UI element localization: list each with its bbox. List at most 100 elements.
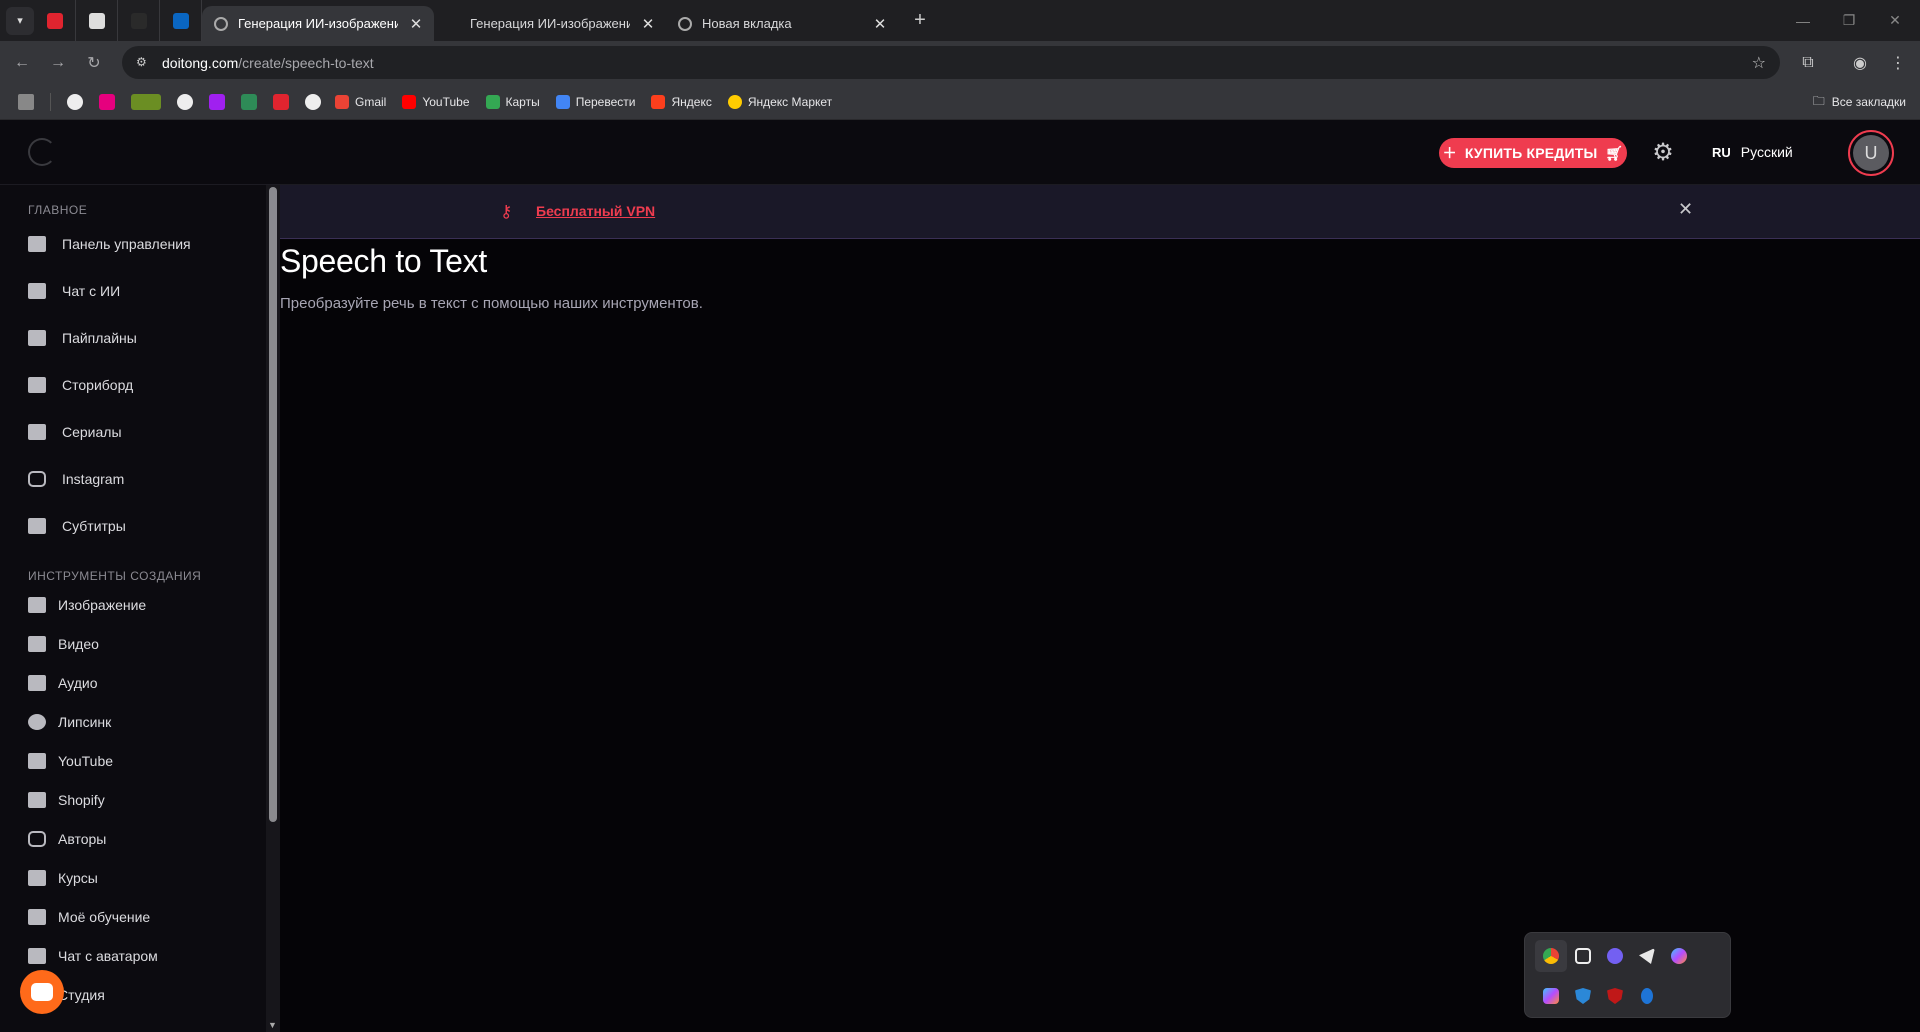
- bookmark-label: Gmail: [355, 94, 387, 109]
- yandex-market-icon: [727, 94, 742, 109]
- bookmark-icon[interactable]: [241, 93, 257, 110]
- bookmark-maps[interactable]: Карты: [485, 94, 540, 109]
- viber-tray-icon[interactable]: [1599, 940, 1631, 972]
- page-title: Speech to Text: [280, 243, 487, 279]
- pinned-tab[interactable]: [34, 0, 76, 41]
- vpn-link[interactable]: Бесплатный VPN: [536, 203, 655, 219]
- url-path: /create/speech-to-text: [238, 54, 374, 71]
- address-bar[interactable]: ⚙ doitong.com/create/speech-to-text ☆: [122, 46, 1780, 79]
- bookmark-label: Перевести: [575, 94, 636, 109]
- back-icon[interactable]: ←: [4, 47, 40, 79]
- bookmark-icon[interactable]: [99, 93, 115, 110]
- profile-icon[interactable]: ◉: [1842, 41, 1878, 84]
- sidebar-item-dashboard[interactable]: Панель управления: [28, 230, 191, 258]
- settings-gear-icon[interactable]: ⚙: [1650, 140, 1676, 166]
- sidebar-item-label: Авторы: [58, 831, 107, 847]
- restore-icon[interactable]: ❐: [1826, 0, 1872, 41]
- sidebar-item-pipelines[interactable]: Пайплайны: [28, 324, 137, 352]
- close-tab-icon[interactable]: ✕: [408, 15, 424, 33]
- copilot-tray-icon[interactable]: [1535, 980, 1567, 1012]
- tab-search-button[interactable]: ▾: [6, 6, 34, 35]
- bookmark-translate[interactable]: Перевести: [555, 94, 636, 109]
- sidebar-scrollbar[interactable]: ▼: [266, 185, 280, 1032]
- sidebar-item-my-learning[interactable]: Моё обучение: [28, 903, 150, 931]
- bookmark-yandex-market[interactable]: Яндекс Маркет: [727, 94, 832, 109]
- display-tray-icon[interactable]: [1567, 940, 1599, 972]
- extensions-icon[interactable]: ⧉: [1790, 41, 1826, 84]
- sidebar-item-lipsync[interactable]: Липсинк: [28, 708, 111, 736]
- sidebar-item-video[interactable]: Видео: [28, 630, 99, 658]
- sidebar-item-courses[interactable]: Курсы: [28, 864, 98, 892]
- sidebar-item-label: Курсы: [58, 870, 98, 886]
- user-avatar-button[interactable]: U: [1848, 130, 1894, 176]
- bluetooth-tray-icon[interactable]: [1631, 980, 1663, 1012]
- dashboard-icon: [28, 236, 46, 252]
- close-tab-icon[interactable]: ✕: [640, 15, 656, 33]
- pinned-tab[interactable]: [76, 0, 118, 41]
- new-tab-button[interactable]: +: [906, 7, 934, 35]
- scroll-down-icon[interactable]: ▼: [268, 1020, 277, 1030]
- pinned-tab[interactable]: [160, 0, 202, 41]
- pipeline-icon: [28, 330, 46, 346]
- sidebar-item-shopify[interactable]: Shopify: [28, 786, 105, 814]
- sidebar-item-label: Моё обучение: [58, 909, 151, 925]
- apps-icon[interactable]: [18, 93, 34, 110]
- buy-credits-button[interactable]: ＋ КУПИТЬ КРЕДИТЫ 🛒︎: [1439, 138, 1627, 168]
- bookmark-icon[interactable]: [305, 93, 321, 110]
- bookmark-yandex[interactable]: Яндекс: [651, 94, 712, 109]
- sidebar-item-image[interactable]: Изображение: [28, 591, 146, 619]
- bookmark-icon[interactable]: [131, 93, 161, 110]
- bookmark-icon[interactable]: [67, 93, 83, 110]
- mcafee-tray-icon[interactable]: [1599, 980, 1631, 1012]
- youtube-icon: [402, 94, 417, 109]
- sidebar-item-storyboard[interactable]: Сториборд: [28, 371, 133, 399]
- page-subtitle: Преобразуйте речь в текст с помощью наши…: [280, 295, 703, 312]
- sidebar-item-label: Чат с ИИ: [62, 283, 121, 299]
- scrollbar-thumb[interactable]: [269, 187, 277, 822]
- sidebar-item-avatar-chat[interactable]: Чат с аватаром: [28, 942, 158, 970]
- sidebar-item-series[interactable]: Сериалы: [28, 418, 122, 446]
- sidebar-item-audio[interactable]: Аудио: [28, 669, 98, 697]
- support-chat-button[interactable]: [20, 970, 64, 1014]
- sidebar-item-youtube[interactable]: YouTube: [28, 747, 113, 775]
- browser-tab[interactable]: Генерация ИИ-изображений с ✕: [202, 6, 434, 41]
- promo-banner: ⚷ Бесплатный VPN ✕: [280, 185, 1920, 239]
- copilot-tray-icon[interactable]: [1663, 940, 1695, 972]
- sidebar-item-label: Сериалы: [62, 424, 122, 440]
- forward-icon[interactable]: →: [40, 47, 76, 79]
- site-info-icon[interactable]: ⚙: [136, 55, 152, 71]
- close-banner-icon[interactable]: ✕: [1678, 199, 1693, 220]
- bookmark-icon[interactable]: [209, 93, 225, 110]
- telegram-tray-icon[interactable]: [1631, 940, 1663, 972]
- school-icon: [28, 870, 46, 886]
- close-tab-icon[interactable]: ✕: [872, 15, 888, 33]
- menu-icon[interactable]: ⋮: [1880, 41, 1916, 84]
- sidebar-item-authors[interactable]: Авторы: [28, 825, 106, 853]
- sidebar-item-instagram[interactable]: Instagram: [28, 465, 124, 493]
- browser-tab[interactable]: Новая вкладка ✕: [666, 6, 898, 41]
- bookmark-star-icon[interactable]: ☆: [1752, 53, 1766, 73]
- defender-tray-icon[interactable]: [1567, 980, 1599, 1012]
- video-icon: [28, 636, 46, 652]
- bookmark-icon[interactable]: [273, 93, 289, 110]
- browser-tab-bar: ▾ Генерация ИИ-изображений с ✕ Генерация…: [0, 0, 1920, 41]
- minimize-icon[interactable]: —: [1780, 0, 1826, 41]
- language-selector[interactable]: RU Русский: [1712, 144, 1793, 160]
- app-header: ＋ КУПИТЬ КРЕДИТЫ 🛒︎ ⚙ RU Русский U: [0, 120, 1920, 185]
- sidebar-item-chat[interactable]: Чат с ИИ: [28, 277, 120, 305]
- sidebar-item-label: Shopify: [58, 792, 105, 808]
- browser-tab[interactable]: Генерация ИИ-изображений с ✕: [434, 6, 666, 41]
- bookmark-label: YouTube: [422, 94, 470, 109]
- reload-icon[interactable]: ↻: [76, 47, 112, 79]
- bookmark-icon[interactable]: [177, 93, 193, 110]
- image-icon: [28, 597, 46, 613]
- pinned-tab[interactable]: [118, 0, 160, 41]
- close-window-icon[interactable]: ✕: [1872, 0, 1918, 41]
- sidebar-item-subtitles[interactable]: Субтитры: [28, 512, 126, 540]
- logo-icon[interactable]: [28, 138, 56, 166]
- chrome-tray-icon[interactable]: [1535, 940, 1567, 972]
- key-icon: ⚷: [500, 202, 513, 221]
- bookmark-youtube[interactable]: YouTube: [402, 94, 470, 109]
- all-bookmarks[interactable]: 🗀 Все закладки: [1813, 84, 1906, 120]
- bookmark-gmail[interactable]: Gmail: [335, 94, 387, 109]
